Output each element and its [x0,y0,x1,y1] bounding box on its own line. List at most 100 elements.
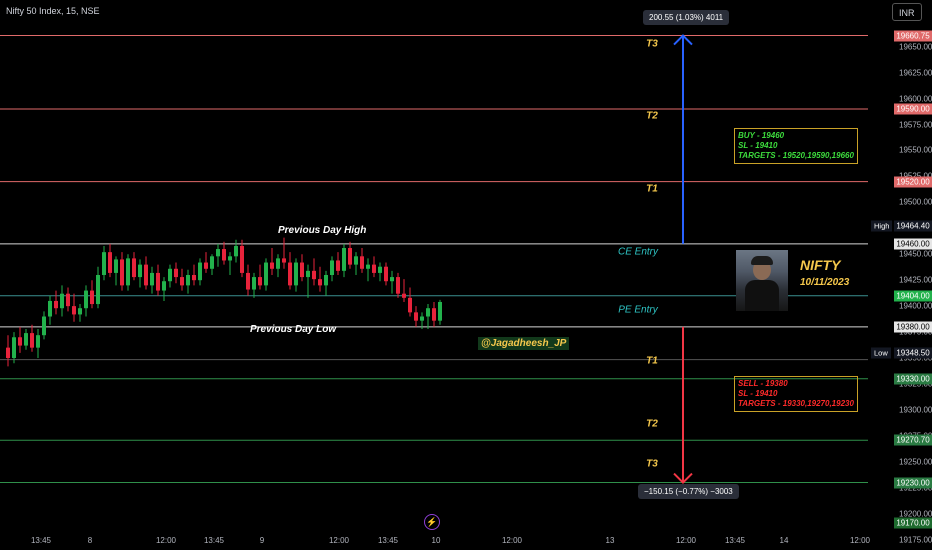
candle-up [378,266,382,273]
candle-down [54,300,58,309]
candle-up [60,293,64,309]
x-tick-label: 13:45 [724,536,746,545]
price-chart[interactable] [0,0,932,550]
candle-down [192,275,196,281]
y-tick-label: 19400.00 [899,301,932,311]
candle-up [24,333,28,346]
y-tick-label: 19500.00 [899,197,932,207]
currency-selector[interactable]: INR [892,3,922,21]
y-tick-label: 19600.00 [899,94,932,104]
candle-up [36,335,40,348]
level-price-tag: 19590.00 [894,103,932,115]
candle-down [432,308,436,321]
x-tick-label: 13:45 [30,536,52,545]
candle-down [108,252,112,273]
x-tick-label: 12:00 [501,536,523,545]
candle-up [366,264,370,269]
candle-down [72,306,76,315]
y-tick-label: 19450.00 [899,249,932,259]
x-tick-label: 12:00 [155,536,177,545]
measure-up-arrow [682,35,684,244]
candle-down [18,337,22,346]
candle-down [414,312,418,321]
buy-line: BUY - 19460 [738,131,785,140]
candle-up [186,275,190,286]
pe-entry-label: PE Entry [618,304,658,316]
level-price-tag: 19330.00 [894,373,932,385]
y-tick-label: 19300.00 [899,405,932,415]
candle-up [162,281,166,291]
current-price-tag: 19404.00 [894,290,932,302]
candle-up [420,316,424,321]
candle-up [252,277,256,290]
candle-up [42,316,46,336]
candle-up [390,277,394,282]
analysis-date: 10/11/2023 [800,277,850,288]
candle-down [408,297,412,313]
level-price-tag: 19380.00 [894,321,932,333]
sell-setup-box: SELL - 19380 SL - 19410 TARGETS - 19330,… [734,376,858,412]
candle-up [342,248,346,271]
level-price-tag: 19230.00 [894,477,932,489]
candle-up [426,308,430,317]
candle-down [132,258,136,278]
candle-up [138,264,142,278]
buy-sl-line: SL - 19410 [738,141,778,150]
measure-up-label: 200.55 (1.03%) 4011 [643,10,730,25]
t2-up-label: T2 [646,110,658,122]
x-tick-label: 9 [259,536,265,545]
extra-price-tag: 19170.00 [894,517,932,529]
index-name: NIFTY [800,257,841,273]
y-tick-label: 19625.00 [899,68,932,78]
candle-down [144,264,148,286]
candle-down [372,264,376,273]
candle-up [276,258,280,269]
y-tick-label: 19425.00 [899,275,932,285]
candle-up [78,308,82,315]
symbol-title: Nifty 50 Index, 15, NSE [6,6,100,16]
lightning-icon[interactable]: ⚡ [424,514,440,530]
x-tick-label: 14 [779,536,789,545]
prev-day-high-label: Previous Day High [278,225,367,236]
x-tick-label: 13 [605,536,615,545]
x-tick-label: 13:45 [377,536,399,545]
t2-down-label: T2 [646,418,658,430]
author-photo [736,250,788,311]
t3-down-label: T3 [646,458,658,470]
candle-down [336,260,340,271]
t1-down-label: T1 [646,355,658,367]
candle-up [126,258,130,286]
low-value-tag: 19348.50 [894,347,932,359]
candle-down [66,293,70,307]
candle-up [210,256,214,269]
candle-down [282,258,286,263]
candle-down [240,245,244,273]
level-price-tag: 19270.70 [894,434,932,446]
candle-up [198,262,202,281]
candle-up [12,337,16,359]
measure-down-arrow [682,326,684,483]
candle-up [216,249,220,257]
x-tick-label: 8 [87,536,93,545]
sell-sl-line: SL - 19410 [738,389,778,398]
candle-down [204,262,208,269]
candle-down [174,268,178,278]
candle-up [168,268,172,282]
candle-down [258,277,262,286]
candle-up [330,260,334,275]
candle-down [156,272,160,291]
candle-down [384,266,388,282]
candle-down [288,262,292,286]
candle-down [312,270,316,280]
candle-down [300,262,304,278]
x-tick-label: 13:45 [203,536,225,545]
candle-up [354,256,358,265]
candle-up [234,245,238,257]
y-tick-label: 19650.00 [899,42,932,52]
level-price-tag: 19460.00 [894,238,932,250]
candle-down [222,249,226,261]
y-tick-label: 19575.00 [899,120,932,130]
candle-down [360,256,364,269]
candle-up [438,301,442,321]
candle-down [348,248,352,265]
